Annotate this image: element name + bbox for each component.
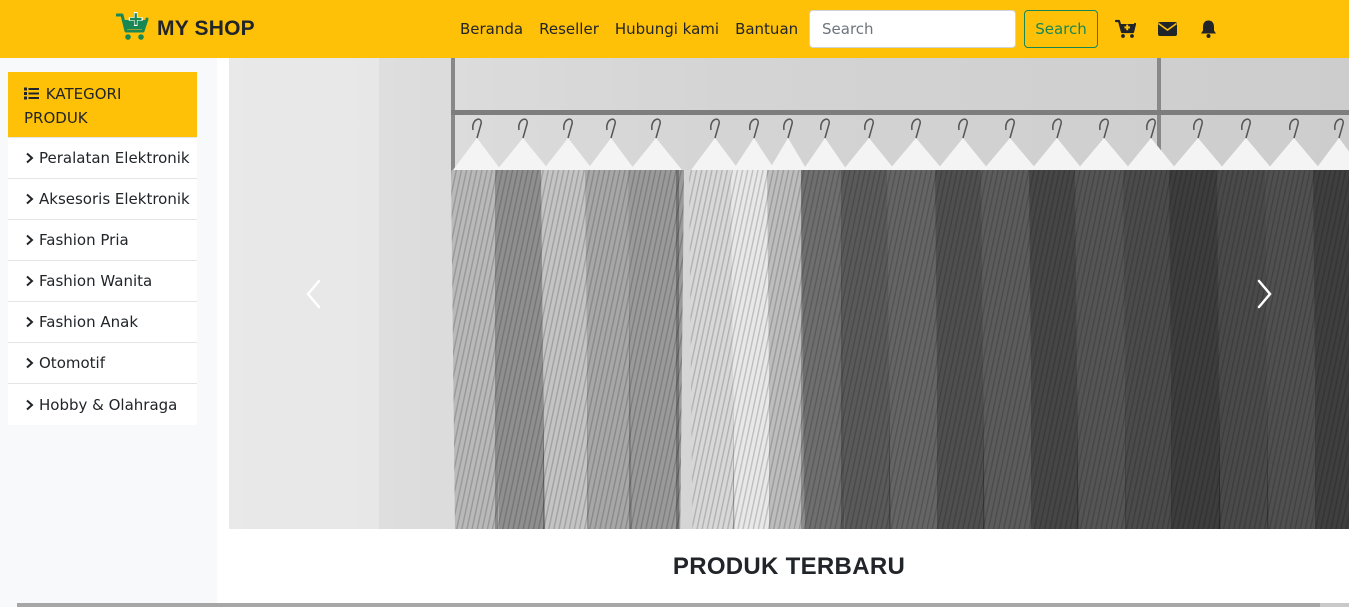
category-item-fashion-wanita[interactable]: Fashion Wanita (8, 261, 197, 302)
brand-logo[interactable]: MY SHOP (115, 10, 255, 48)
hero-carousel (229, 58, 1349, 529)
chevron-right-icon (26, 357, 34, 369)
chevron-right-icon (26, 399, 34, 410)
category-item-label: Fashion Anak (39, 313, 139, 331)
nav-link-beranda[interactable]: Beranda (452, 19, 531, 39)
carousel-next-button[interactable] (1189, 58, 1339, 529)
category-item-hobby-olahraga[interactable]: Hobby & Olahraga (8, 384, 197, 425)
nav-link-hubungi-kami[interactable]: Hubungi kami (607, 19, 727, 39)
envelope-icon[interactable] (1156, 19, 1178, 39)
horizontal-scrollbar[interactable] (17, 603, 1349, 607)
category-list: Peralatan Elektronik Aksesoris Elektroni… (8, 137, 197, 425)
chevron-right-icon (26, 152, 34, 164)
search-input[interactable] (809, 10, 1016, 48)
category-item-aksesoris-elektronik[interactable]: Aksesoris Elektronik (8, 179, 197, 220)
chevron-right-icon (1257, 279, 1272, 308)
category-item-label: Otomotif (39, 354, 105, 372)
category-item-label: Peralatan Elektronik (39, 149, 190, 167)
nav-links: Beranda Reseller Hubungi kami Bantuan (452, 19, 806, 39)
navbar: MY SHOP Beranda Reseller Hubungi kami Ba… (0, 0, 1349, 58)
search-button[interactable]: Search (1024, 10, 1098, 48)
category-item-fashion-pria[interactable]: Fashion Pria (8, 220, 197, 261)
category-header: KATEGORI PRODUK (8, 72, 197, 137)
chevron-right-icon (26, 316, 34, 328)
category-item-label: Hobby & Olahraga (39, 395, 178, 414)
horizontal-scrollbar-thumb[interactable] (17, 603, 1320, 607)
sidebar: KATEGORI PRODUK Peralatan Elektronik Aks… (0, 58, 217, 607)
category-item-label: Fashion Pria (39, 231, 129, 249)
carousel-prev-button[interactable] (239, 58, 389, 529)
bell-icon[interactable] (1197, 19, 1219, 39)
cart-plus-icon[interactable] (1114, 19, 1136, 39)
category-item-otomotif[interactable]: Otomotif (8, 343, 197, 384)
list-icon (24, 85, 46, 103)
chevron-right-icon (26, 234, 34, 246)
chevron-right-icon (26, 193, 34, 205)
cart-plus-icon (115, 12, 149, 46)
chevron-right-icon (26, 275, 34, 287)
section-title: PRODUK TERBARU (672, 553, 906, 580)
category-item-fashion-anak[interactable]: Fashion Anak (8, 302, 197, 343)
nav-link-reseller[interactable]: Reseller (531, 19, 607, 39)
nav-link-bantuan[interactable]: Bantuan (727, 19, 806, 39)
chevron-left-icon (306, 279, 321, 308)
carousel-slide-image (229, 58, 1349, 529)
brand-name: MY SHOP (157, 17, 255, 40)
category-item-label: Aksesoris Elektronik (39, 190, 190, 208)
category-item-label: Fashion Wanita (39, 272, 153, 290)
category-item-peralatan-elektronik[interactable]: Peralatan Elektronik (8, 138, 197, 179)
